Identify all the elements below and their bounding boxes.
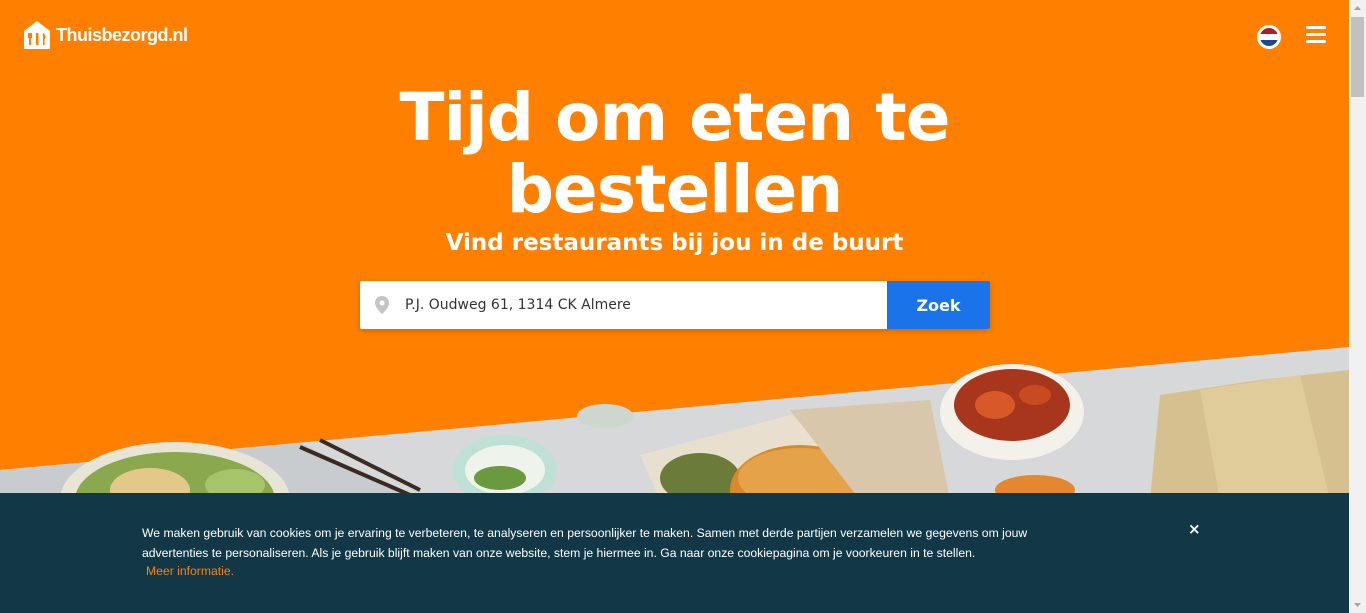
title-line-2: bestellen — [506, 151, 844, 228]
page: Thuisbezorgd.nl Tijd om eten te bestelle… — [0, 0, 1349, 613]
page-title: Tijd om eten te bestellen — [0, 82, 1349, 226]
logo-text: Thuisbezorgd.nl — [56, 24, 188, 45]
brand-logo[interactable]: Thuisbezorgd.nl — [24, 20, 188, 50]
dutch-flag-icon — [1260, 28, 1278, 46]
vertical-scrollbar[interactable] — [1349, 0, 1366, 613]
address-search: Zoek — [360, 281, 990, 329]
search-button[interactable]: Zoek — [887, 281, 990, 329]
language-button[interactable] — [1257, 25, 1281, 49]
address-input[interactable] — [403, 296, 867, 314]
page-subtitle: Vind restaurants bij jou in de buurt — [445, 230, 904, 256]
location-pin-icon — [375, 296, 389, 314]
hamburger-menu-icon[interactable] — [1306, 26, 1326, 46]
house-cutlery-icon — [24, 21, 50, 49]
more-info-link[interactable]: Meer informatie. — [146, 564, 234, 578]
title-line-1: Tijd om eten te — [399, 79, 951, 156]
scroll-down-icon[interactable] — [1349, 596, 1366, 613]
close-icon[interactable]: × — [1188, 520, 1201, 538]
cookie-banner: We maken gebruik van cookies om je ervar… — [0, 493, 1349, 613]
scrollbar-thumb[interactable] — [1351, 17, 1364, 97]
cookie-text: We maken gebruik van cookies om je ervar… — [142, 526, 1028, 560]
scroll-up-icon[interactable] — [1349, 0, 1366, 17]
address-field[interactable] — [360, 281, 887, 329]
